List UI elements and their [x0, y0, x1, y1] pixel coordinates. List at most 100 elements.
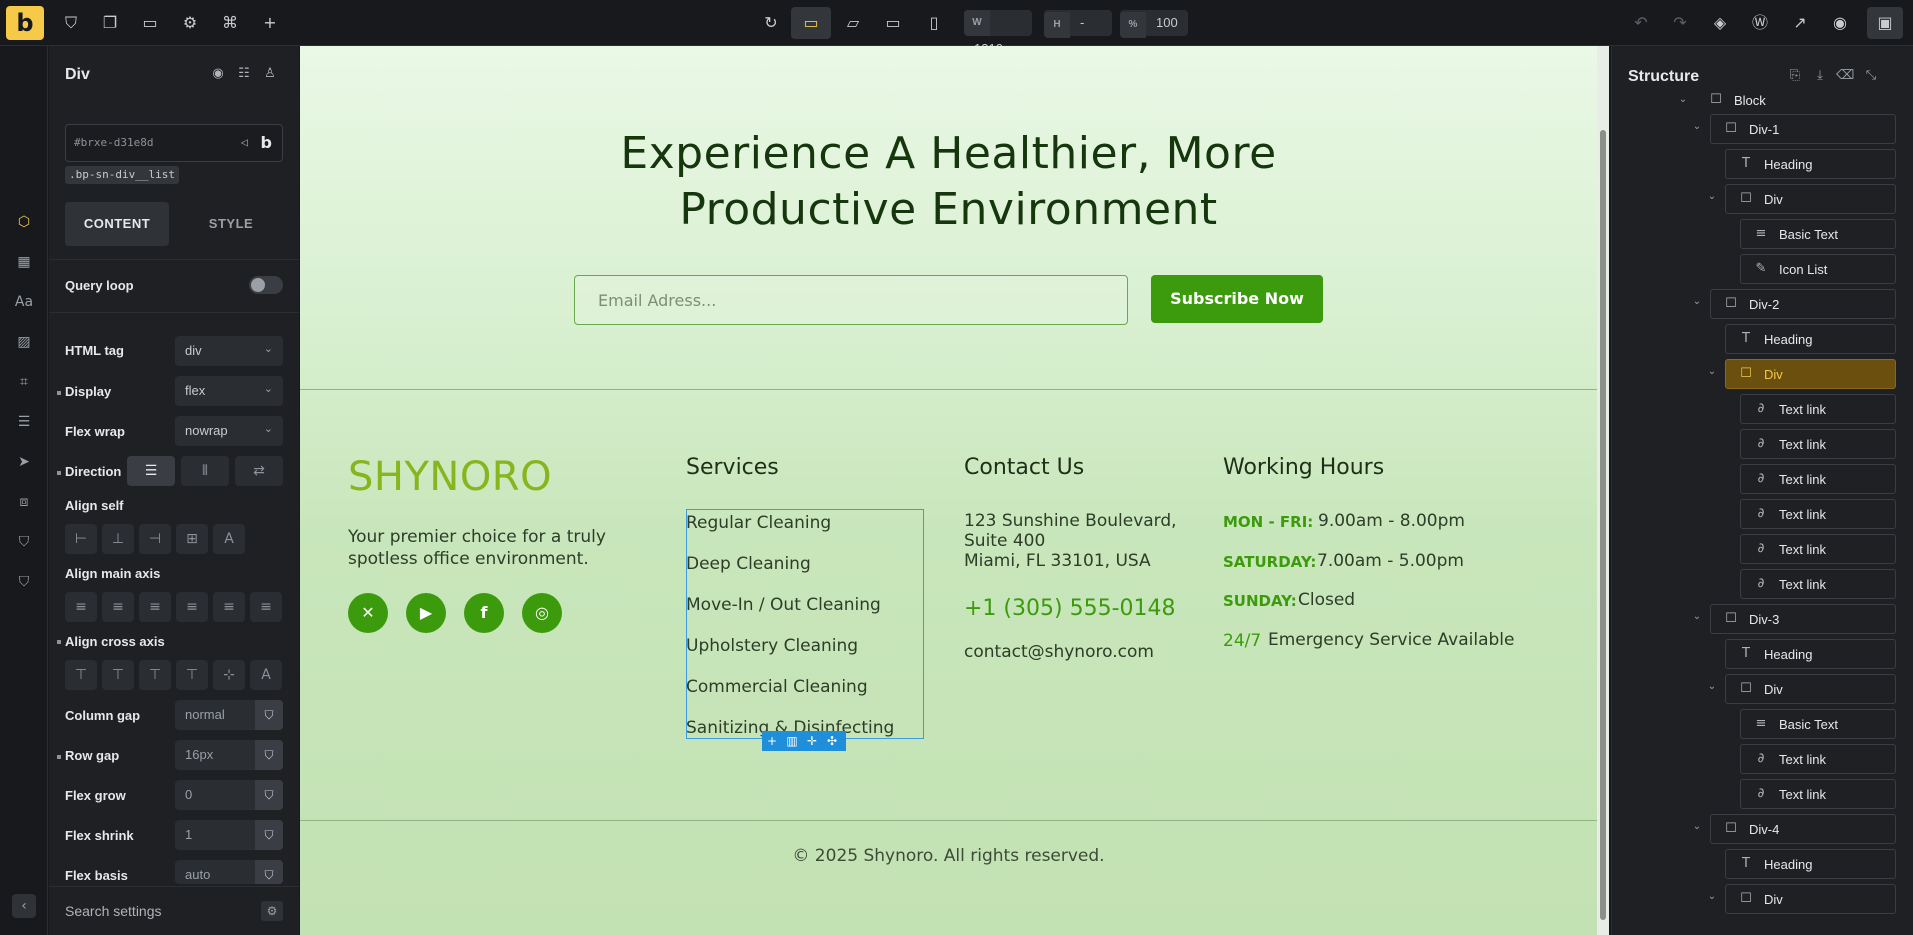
- youtube-icon[interactable]: ▶: [406, 593, 446, 633]
- align-stretch-icon[interactable]: ⊞: [176, 524, 208, 554]
- structure-item[interactable]: T Heading: [1725, 849, 1896, 879]
- justify-end-icon[interactable]: ≡: [139, 592, 171, 622]
- html-tag-select[interactable]: div ⌄: [175, 336, 283, 366]
- bricks-b-icon[interactable]: b: [261, 133, 272, 152]
- css-unit-icon[interactable]: ⛉: [255, 780, 283, 810]
- structure-item[interactable]: ✎ Icon List: [1740, 254, 1896, 284]
- facebook-icon[interactable]: f: [464, 593, 504, 633]
- align-center-icon[interactable]: ⊥: [102, 524, 134, 554]
- row-gap-input[interactable]: 16px ⛉: [175, 740, 283, 770]
- subscribe-button[interactable]: Subscribe Now: [1151, 275, 1323, 323]
- tab-style[interactable]: STYLE: [179, 202, 283, 246]
- phone-link[interactable]: +1 (305) 555-0148: [964, 596, 1176, 621]
- css-icon[interactable]: ⛉: [60, 12, 82, 34]
- align-end-icon[interactable]: ⊣: [139, 524, 171, 554]
- pick-icon[interactable]: ◁: [241, 135, 248, 149]
- copyright-text[interactable]: © 2025 Shynoro. All rights reserved.: [300, 846, 1597, 866]
- pages-icon[interactable]: ❐: [99, 12, 121, 34]
- structure-item[interactable]: ≡ Basic Text: [1740, 219, 1896, 249]
- css-unit-icon[interactable]: ⛉: [255, 860, 283, 884]
- download-icon[interactable]: ⤓: [1811, 68, 1829, 86]
- cross-between-icon[interactable]: ⊹: [213, 660, 245, 690]
- structure-item[interactable]: ∂ Text link: [1740, 394, 1896, 424]
- preview-eye-icon[interactable]: ◉: [1829, 12, 1851, 34]
- cursor-icon[interactable]: ➤: [12, 450, 36, 474]
- add-icon[interactable]: +: [259, 12, 281, 34]
- collapse-icon[interactable]: ⤡: [1862, 68, 1880, 86]
- external-link-icon[interactable]: ↗: [1789, 12, 1811, 34]
- service-link[interactable]: Move-In / Out Cleaning: [686, 595, 881, 615]
- justify-evenly-icon[interactable]: ≡: [250, 592, 282, 622]
- layout-icon[interactable]: ▦: [12, 250, 36, 274]
- tagline[interactable]: Your premier choice for a truly spotless…: [348, 526, 648, 570]
- structure-item[interactable]: ∂ Text link: [1740, 569, 1896, 599]
- elements-icon[interactable]: ⬡: [12, 210, 36, 234]
- structure-item[interactable]: ≡ Basic Text: [1740, 709, 1896, 739]
- chevron-down-icon[interactable]: ⌄: [1676, 94, 1690, 105]
- service-link[interactable]: Regular Cleaning: [686, 513, 831, 533]
- query-loop-toggle[interactable]: [249, 276, 283, 294]
- tab-content[interactable]: CONTENT: [65, 202, 169, 246]
- structure-item[interactable]: ☐ Div-1: [1710, 114, 1896, 144]
- search-settings-input[interactable]: Search settings: [65, 903, 162, 919]
- drag-icon[interactable]: ✣: [822, 731, 842, 751]
- service-link[interactable]: Deep Cleaning: [686, 554, 811, 574]
- align-baseline-icon[interactable]: A: [213, 524, 245, 554]
- zoom-value[interactable]: 100: [1146, 10, 1188, 36]
- justify-start-icon[interactable]: ≡: [65, 592, 97, 622]
- class-chip[interactable]: .bp-sn-div__list: [65, 166, 179, 184]
- css-unit-icon[interactable]: ⛉: [255, 700, 283, 730]
- structure-item[interactable]: ∂ Text link: [1740, 744, 1896, 774]
- cross-baseline-icon[interactable]: A: [250, 660, 282, 690]
- email-input[interactable]: Email Adress...: [574, 275, 1128, 325]
- css-shield-icon[interactable]: ⛉: [12, 530, 36, 554]
- wordpress-icon[interactable]: Ⓦ: [1749, 12, 1771, 34]
- email-link[interactable]: contact@shynoro.com: [964, 642, 1154, 662]
- structure-item[interactable]: ∂ Text link: [1740, 429, 1896, 459]
- box-icon[interactable]: ⧈: [12, 490, 36, 514]
- redo-icon[interactable]: ↷: [1669, 12, 1691, 34]
- flex-shrink-input[interactable]: 1 ⛉: [175, 820, 283, 850]
- structure-item[interactable]: ∂ Text link: [1740, 499, 1896, 529]
- chevron-down-icon[interactable]: ⌄: [1705, 191, 1719, 202]
- flex-wrap-select[interactable]: nowrap ⌄: [175, 416, 283, 446]
- move-icon[interactable]: ✛: [802, 731, 822, 751]
- direction-row-icon[interactable]: ⦀: [181, 456, 229, 486]
- address-line[interactable]: Miami, FL 33101, USA: [964, 551, 1151, 571]
- chevron-down-icon[interactable]: ⌄: [1705, 891, 1719, 902]
- save-icon[interactable]: ▣: [1867, 7, 1903, 39]
- chevron-down-icon[interactable]: ⌄: [1690, 121, 1704, 132]
- structure-item[interactable]: ☐ Div: [1725, 359, 1896, 389]
- clipboard-icon[interactable]: ⎘: [1786, 68, 1804, 86]
- structure-item[interactable]: T Heading: [1725, 324, 1896, 354]
- add-icon[interactable]: +: [762, 731, 782, 751]
- structure-item[interactable]: ∂ Text link: [1740, 464, 1896, 494]
- brand-logo-text[interactable]: SHYNORO: [348, 454, 552, 500]
- structure-item[interactable]: ☐ Block: [1696, 90, 1896, 114]
- command-icon[interactable]: ⌘: [219, 12, 241, 34]
- width-field[interactable]: W1310: [964, 10, 1032, 56]
- typography-icon[interactable]: Aa: [12, 290, 36, 314]
- cross-stretch-icon[interactable]: ⊤: [176, 660, 208, 690]
- contact-heading[interactable]: Contact Us: [964, 455, 1084, 480]
- columns-icon[interactable]: ▥: [782, 731, 802, 751]
- structure-item[interactable]: T Heading: [1725, 149, 1896, 179]
- undo-icon[interactable]: ↶: [1630, 12, 1652, 34]
- structure-item[interactable]: ☐ Div: [1725, 674, 1896, 704]
- display-select[interactable]: flex ⌄: [175, 376, 283, 406]
- visibility-icon[interactable]: ◉: [209, 66, 227, 84]
- chevron-down-icon[interactable]: ⌄: [1705, 681, 1719, 692]
- css-shield-2-icon[interactable]: ⛉: [12, 570, 36, 594]
- address-line[interactable]: 123 Sunshine Boulevard,: [964, 511, 1177, 531]
- service-link[interactable]: Upholstery Cleaning: [686, 636, 858, 656]
- height-value[interactable]: -: [1070, 10, 1094, 36]
- address-line[interactable]: Suite 400: [964, 531, 1045, 551]
- align-start-icon[interactable]: ⊢: [65, 524, 97, 554]
- css-unit-icon[interactable]: ⛉: [255, 820, 283, 850]
- direction-reverse-icon[interactable]: ⇄: [235, 456, 283, 486]
- cross-end-icon[interactable]: ⊤: [139, 660, 171, 690]
- layers-icon[interactable]: ◈: [1709, 12, 1731, 34]
- desktop-breakpoint-icon[interactable]: ▭: [791, 7, 831, 39]
- collapse-panel-icon[interactable]: ‹: [12, 894, 36, 918]
- chevron-down-icon[interactable]: ⌄: [1690, 611, 1704, 622]
